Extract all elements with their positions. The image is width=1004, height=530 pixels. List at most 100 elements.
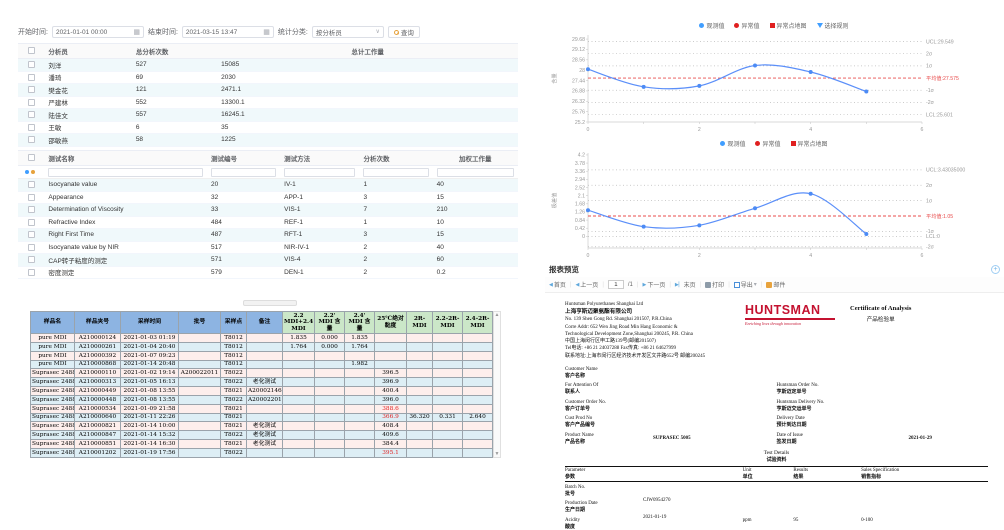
sheet-cell[interactable]: 1.835 <box>283 334 315 343</box>
sheet-cell[interactable]: A200021461 <box>247 387 283 396</box>
sheet-cell[interactable]: 2021-01-08 13:55 <box>121 395 179 404</box>
sheet-cell[interactable]: 2021-01-09 21:58 <box>121 404 179 413</box>
sheet-cell[interactable] <box>433 395 463 404</box>
table-row[interactable]: Refractive Index484REF-1110 <box>18 216 518 229</box>
sheet-cell[interactable]: A210000534 <box>75 404 121 413</box>
legend-item[interactable]: 观测值 <box>699 21 724 30</box>
sheet-cell[interactable] <box>463 404 493 413</box>
row-checkbox[interactable] <box>28 181 35 188</box>
sheet-cell[interactable] <box>345 422 375 431</box>
end-time-input[interactable]: 2021-03-15 13:47 ▦ <box>182 26 274 38</box>
sheet-cell[interactable] <box>179 404 221 413</box>
sheet-cell[interactable]: A210000640 <box>75 413 121 422</box>
sheet-cell[interactable]: T8021 <box>221 422 247 431</box>
sheet-cell[interactable] <box>407 431 433 440</box>
column-filter-input[interactable] <box>48 168 203 177</box>
sheet-cell[interactable] <box>433 351 463 360</box>
row-checkbox[interactable] <box>28 256 35 263</box>
sheet-cell[interactable]: A210000821 <box>75 422 121 431</box>
sheet-cell[interactable] <box>283 422 315 431</box>
table-row[interactable]: 陆佳文55716245.1 <box>18 109 518 122</box>
sheet-cell[interactable]: 2021-01-04 20:40 <box>121 342 179 351</box>
sheet-cell[interactable]: T8012 <box>221 360 247 369</box>
sheet-cell[interactable]: 0.000 <box>315 342 345 351</box>
sheet-cell[interactable]: Suprasec 2488 <box>31 387 75 396</box>
sheet-cell[interactable] <box>407 360 433 369</box>
legend-item[interactable]: 选择规则 <box>817 21 849 30</box>
row-checkbox[interactable] <box>28 219 35 226</box>
sheet-cell[interactable] <box>433 422 463 431</box>
sheet-cell[interactable]: A210000261 <box>75 342 121 351</box>
sheet-cell[interactable] <box>283 413 315 422</box>
sheet-cell[interactable] <box>345 369 375 378</box>
sheet-cell[interactable] <box>179 351 221 360</box>
sheet-cell[interactable] <box>179 448 221 457</box>
sheet-cell[interactable] <box>315 369 345 378</box>
column-filter-input[interactable] <box>211 168 276 177</box>
sheet-row[interactable]: Suprasec 2488A2100008212021-01-14 10:00T… <box>31 422 493 431</box>
sheet-cell[interactable] <box>179 440 221 449</box>
sheet-cell[interactable]: A210000868 <box>75 360 121 369</box>
sheet-cell[interactable] <box>179 387 221 396</box>
legend-item[interactable]: 异常点地图 <box>791 139 828 148</box>
sheet-cell[interactable]: Suprasec 2488 <box>31 422 75 431</box>
sheet-cell[interactable]: 400.4 <box>375 387 407 396</box>
sheet-cell[interactable]: A210000851 <box>75 440 121 449</box>
sheet-cell[interactable]: 老化测试 <box>247 440 283 449</box>
next-page-button[interactable]: ▶下一页 <box>642 280 665 289</box>
sheet-cell[interactable] <box>407 395 433 404</box>
table-row[interactable]: 严建林55213300.1 <box>18 96 518 109</box>
sheet-cell[interactable] <box>433 404 463 413</box>
data-point[interactable] <box>697 84 701 88</box>
table-row[interactable]: Isocyanate value20IV-1140 <box>18 179 518 192</box>
sheet-cell[interactable] <box>283 431 315 440</box>
sheet-cell[interactable] <box>407 378 433 387</box>
sheet-row[interactable]: pure MDIA2100002612021-01-04 20:40T80121… <box>31 342 493 351</box>
calendar-icon[interactable]: ▦ <box>263 29 270 36</box>
sheet-cell[interactable] <box>433 448 463 457</box>
sheet-row[interactable]: Suprasec 2488A2100012022021-01-19 17:56T… <box>31 448 493 457</box>
sheet-cell[interactable] <box>247 404 283 413</box>
sheet-cell[interactable]: T8021 <box>221 440 247 449</box>
prev-page-button[interactable]: ◀上一页 <box>575 280 598 289</box>
sheet-row[interactable]: Suprasec 2488A2100004482021-01-08 13:55T… <box>31 395 493 404</box>
select-all-checkbox[interactable] <box>28 154 35 161</box>
search-button[interactable]: 查询 <box>388 26 420 38</box>
sheet-cell[interactable]: 408.4 <box>375 422 407 431</box>
table-row[interactable]: 缪长荣37110115 <box>18 146 518 147</box>
sheet-cell[interactable]: 366.9 <box>375 413 407 422</box>
last-page-button[interactable]: ▶▏末页 <box>675 280 696 289</box>
sheet-cell[interactable] <box>375 342 407 351</box>
sheet-cell[interactable]: 1.764 <box>345 342 375 351</box>
legend-item[interactable]: 异常值 <box>734 21 759 30</box>
sheet-cell[interactable]: Suprasec 2488 <box>31 431 75 440</box>
sheet-cell[interactable]: Suprasec 2488 <box>31 369 75 378</box>
start-time-input[interactable]: 2021-01-01 00:00 ▦ <box>52 26 144 38</box>
sheet-cell[interactable] <box>315 360 345 369</box>
data-point[interactable] <box>642 225 646 229</box>
sheet-cell[interactable]: T8021 <box>221 404 247 413</box>
sheet-cell[interactable] <box>315 378 345 387</box>
sheet-cell[interactable] <box>283 369 315 378</box>
sheet-cell[interactable] <box>283 387 315 396</box>
sheet-cell[interactable]: 2021-01-03 01:19 <box>121 334 179 343</box>
sheet-cell[interactable] <box>247 413 283 422</box>
sheet-cell[interactable]: 2021-01-11 22:26 <box>121 413 179 422</box>
sheet-cell[interactable] <box>283 360 315 369</box>
sheet-cell[interactable] <box>345 431 375 440</box>
sheet-cell[interactable]: 2021-01-14 15:32 <box>121 431 179 440</box>
sheet-cell[interactable] <box>283 448 315 457</box>
sheet-cell[interactable]: T8012 <box>221 342 247 351</box>
row-checkbox[interactable] <box>28 194 35 201</box>
sheet-cell[interactable] <box>283 404 315 413</box>
sheet-cell[interactable]: 老化测试 <box>247 431 283 440</box>
sheet-cell[interactable] <box>315 395 345 404</box>
table-row[interactable]: 樊金花1212471.1 <box>18 84 518 97</box>
sheet-cell[interactable] <box>315 404 345 413</box>
data-point[interactable] <box>809 192 813 196</box>
table-row[interactable]: Determination of Viscosity33VIS-17210 <box>18 204 518 217</box>
sheet-cell[interactable] <box>179 395 221 404</box>
page-number-input[interactable] <box>608 280 624 289</box>
sheet-cell[interactable]: 396.0 <box>375 395 407 404</box>
sheet-row[interactable]: Suprasec 2488A2100005342021-01-09 21:58T… <box>31 404 493 413</box>
